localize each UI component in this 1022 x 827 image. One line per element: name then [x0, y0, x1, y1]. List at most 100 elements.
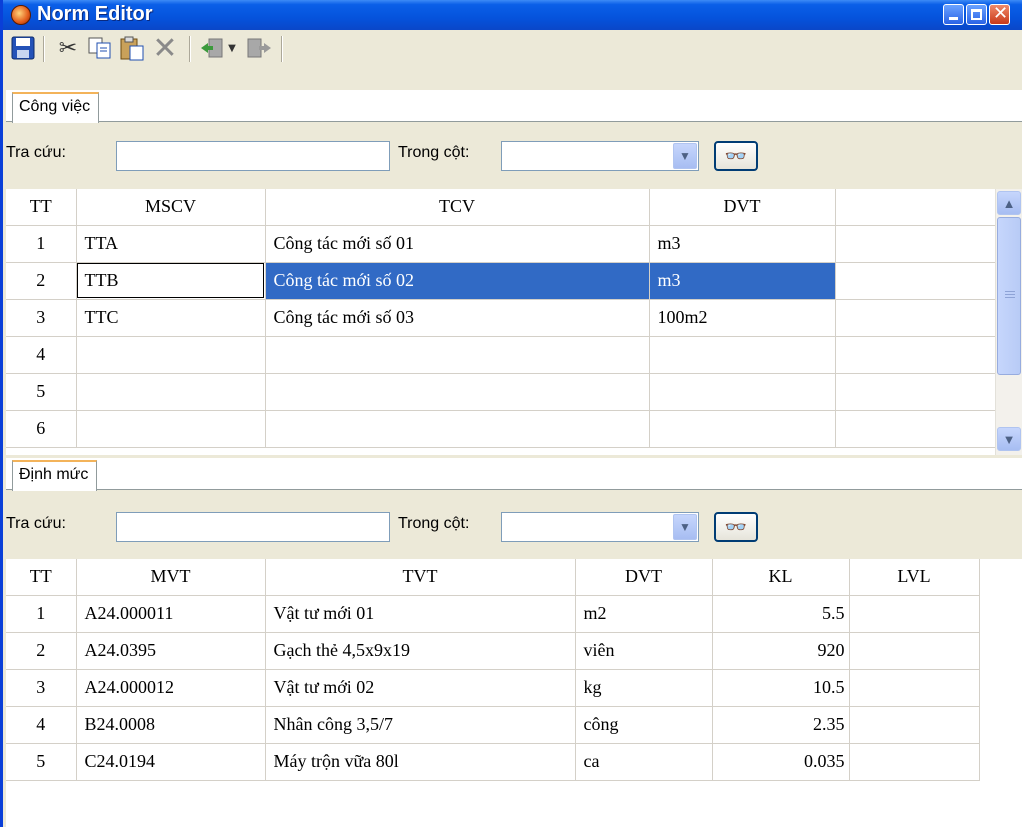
tcv-cell[interactable]: Công tác mới số 02	[265, 262, 650, 300]
column-header[interactable]: DVT	[649, 189, 836, 226]
row-number-cell[interactable]: 4	[6, 336, 77, 374]
dvt-cell[interactable]: m2	[575, 595, 713, 633]
maximize-button[interactable]	[966, 4, 987, 25]
cut-button[interactable]: ✂	[53, 35, 83, 61]
tcv-cell[interactable]	[265, 373, 650, 411]
column-header[interactable]: TT	[6, 189, 77, 226]
column-header[interactable]: TT	[6, 559, 77, 596]
column-header[interactable]: TVT	[265, 559, 576, 596]
lvl-cell[interactable]	[849, 632, 980, 670]
column-select[interactable]: ▼	[501, 141, 699, 171]
row-number-cell[interactable]: 2	[6, 262, 77, 300]
search-input[interactable]	[116, 512, 390, 542]
row-number-cell[interactable]: 1	[6, 225, 77, 263]
mscv-cell[interactable]: TTA	[76, 225, 266, 263]
tcv-cell[interactable]	[265, 336, 650, 374]
row-number-cell[interactable]: 2	[6, 632, 77, 670]
delete-button[interactable]: ✕	[149, 31, 181, 66]
mvt-cell[interactable]: A24.000012	[76, 669, 266, 707]
mvt-cell[interactable]: A24.000011	[76, 595, 266, 633]
row-number-cell[interactable]: 5	[6, 743, 77, 781]
dvt-cell[interactable]: ca	[575, 743, 713, 781]
row-number-cell[interactable]: 5	[6, 373, 77, 411]
mscv-cell[interactable]	[76, 373, 266, 411]
column-header[interactable]: LVL	[849, 559, 980, 596]
mscv-cell[interactable]: TTC	[76, 299, 266, 337]
row-number-cell[interactable]: 1	[6, 595, 77, 633]
dvt-cell[interactable]	[649, 336, 836, 374]
import-dropdown-button[interactable]: ▼	[225, 35, 239, 61]
dvt-cell[interactable]: 100m2	[649, 299, 836, 337]
close-button[interactable]: ✕	[989, 3, 1010, 25]
dvt-cell[interactable]	[649, 373, 836, 411]
kl-cell[interactable]: 0.035	[712, 743, 850, 781]
dvt-cell[interactable]	[649, 410, 836, 448]
tvt-cell[interactable]: Nhân công 3,5/7	[265, 706, 576, 744]
tcv-cell[interactable]: Công tác mới số 03	[265, 299, 650, 337]
tab-dinh-muc[interactable]: Định mức	[12, 460, 98, 491]
paste-button[interactable]	[117, 35, 147, 61]
column-header[interactable]: MSCV	[76, 189, 266, 226]
find-button[interactable]: 👓	[714, 512, 758, 542]
table-row[interactable]: 2 A24.0395 Gạch thẻ 4,5x9x19 viên 920	[6, 632, 980, 670]
title-bar[interactable]: Norm Editor ✕	[3, 0, 1022, 30]
table-row[interactable]: 3 A24.000012 Vật tư mới 02 kg 10.5	[6, 669, 980, 707]
table-row[interactable]: 3 TTC Công tác mới số 03 100m2	[6, 299, 995, 337]
lvl-cell[interactable]	[849, 669, 980, 707]
find-button[interactable]: 👓	[714, 141, 758, 171]
chevron-down-icon[interactable]: ▼	[673, 143, 697, 169]
minimize-button[interactable]	[943, 4, 964, 25]
dvt-cell[interactable]: công	[575, 706, 713, 744]
table-row[interactable]: 4 B24.0008 Nhân công 3,5/7 công 2.35	[6, 706, 980, 744]
kl-cell[interactable]: 5.5	[712, 595, 850, 633]
tvt-cell[interactable]: Vật tư mới 02	[265, 669, 576, 707]
table-row[interactable]: 4	[6, 336, 995, 374]
tvt-cell[interactable]: Gạch thẻ 4,5x9x19	[265, 632, 576, 670]
search-input[interactable]	[116, 141, 390, 171]
dvt-cell[interactable]: kg	[575, 669, 713, 707]
kl-cell[interactable]: 2.35	[712, 706, 850, 744]
kl-cell[interactable]: 920	[712, 632, 850, 670]
save-button[interactable]	[9, 35, 37, 61]
dvt-cell[interactable]: m3	[649, 225, 836, 263]
row-number-cell[interactable]: 3	[6, 299, 77, 337]
row-number-cell[interactable]: 6	[6, 410, 77, 448]
row-number-cell[interactable]: 4	[6, 706, 77, 744]
mvt-cell[interactable]: B24.0008	[76, 706, 266, 744]
dvt-cell[interactable]: viên	[575, 632, 713, 670]
tcv-cell[interactable]	[265, 410, 650, 448]
table-row[interactable]: 2 TTB Công tác mới số 02 m3	[6, 262, 995, 300]
table-row[interactable]: 6	[6, 410, 995, 448]
scroll-thumb[interactable]	[997, 217, 1021, 375]
column-header[interactable]: DVT	[575, 559, 713, 596]
table-row[interactable]: 1 A24.000011 Vật tư mới 01 m2 5.5	[6, 595, 980, 633]
lvl-cell[interactable]	[849, 743, 980, 781]
mscv-cell[interactable]	[76, 410, 266, 448]
column-header[interactable]: KL	[712, 559, 850, 596]
chevron-down-icon[interactable]: ▼	[673, 514, 697, 540]
table-row[interactable]: 5 C24.0194 Máy trộn vữa 80l ca 0.035	[6, 743, 980, 781]
cong-viec-scrollbar[interactable]: ▲ ▼	[995, 189, 1022, 455]
table-row[interactable]: 1 TTA Công tác mới số 01 m3	[6, 225, 995, 263]
column-header[interactable]: TCV	[265, 189, 650, 226]
dvt-cell[interactable]: m3	[649, 262, 836, 300]
lvl-cell[interactable]	[849, 706, 980, 744]
scroll-up-button[interactable]: ▲	[997, 191, 1021, 215]
tab-cong-viec[interactable]: Công việc	[12, 92, 100, 123]
mvt-cell[interactable]: C24.0194	[76, 743, 266, 781]
tvt-cell[interactable]: Máy trộn vữa 80l	[265, 743, 576, 781]
mscv-cell[interactable]	[76, 336, 266, 374]
export-button[interactable]	[245, 35, 273, 61]
mscv-cell[interactable]: TTB	[76, 262, 266, 300]
lvl-cell[interactable]	[849, 595, 980, 633]
tvt-cell[interactable]: Vật tư mới 01	[265, 595, 576, 633]
mvt-cell[interactable]: A24.0395	[76, 632, 266, 670]
copy-button[interactable]	[85, 35, 115, 61]
column-header[interactable]: MVT	[76, 559, 266, 596]
kl-cell[interactable]: 10.5	[712, 669, 850, 707]
scroll-down-button[interactable]: ▼	[997, 427, 1021, 451]
tcv-cell[interactable]: Công tác mới số 01	[265, 225, 650, 263]
column-select[interactable]: ▼	[501, 512, 699, 542]
row-number-cell[interactable]: 3	[6, 669, 77, 707]
import-button[interactable]	[199, 35, 225, 61]
